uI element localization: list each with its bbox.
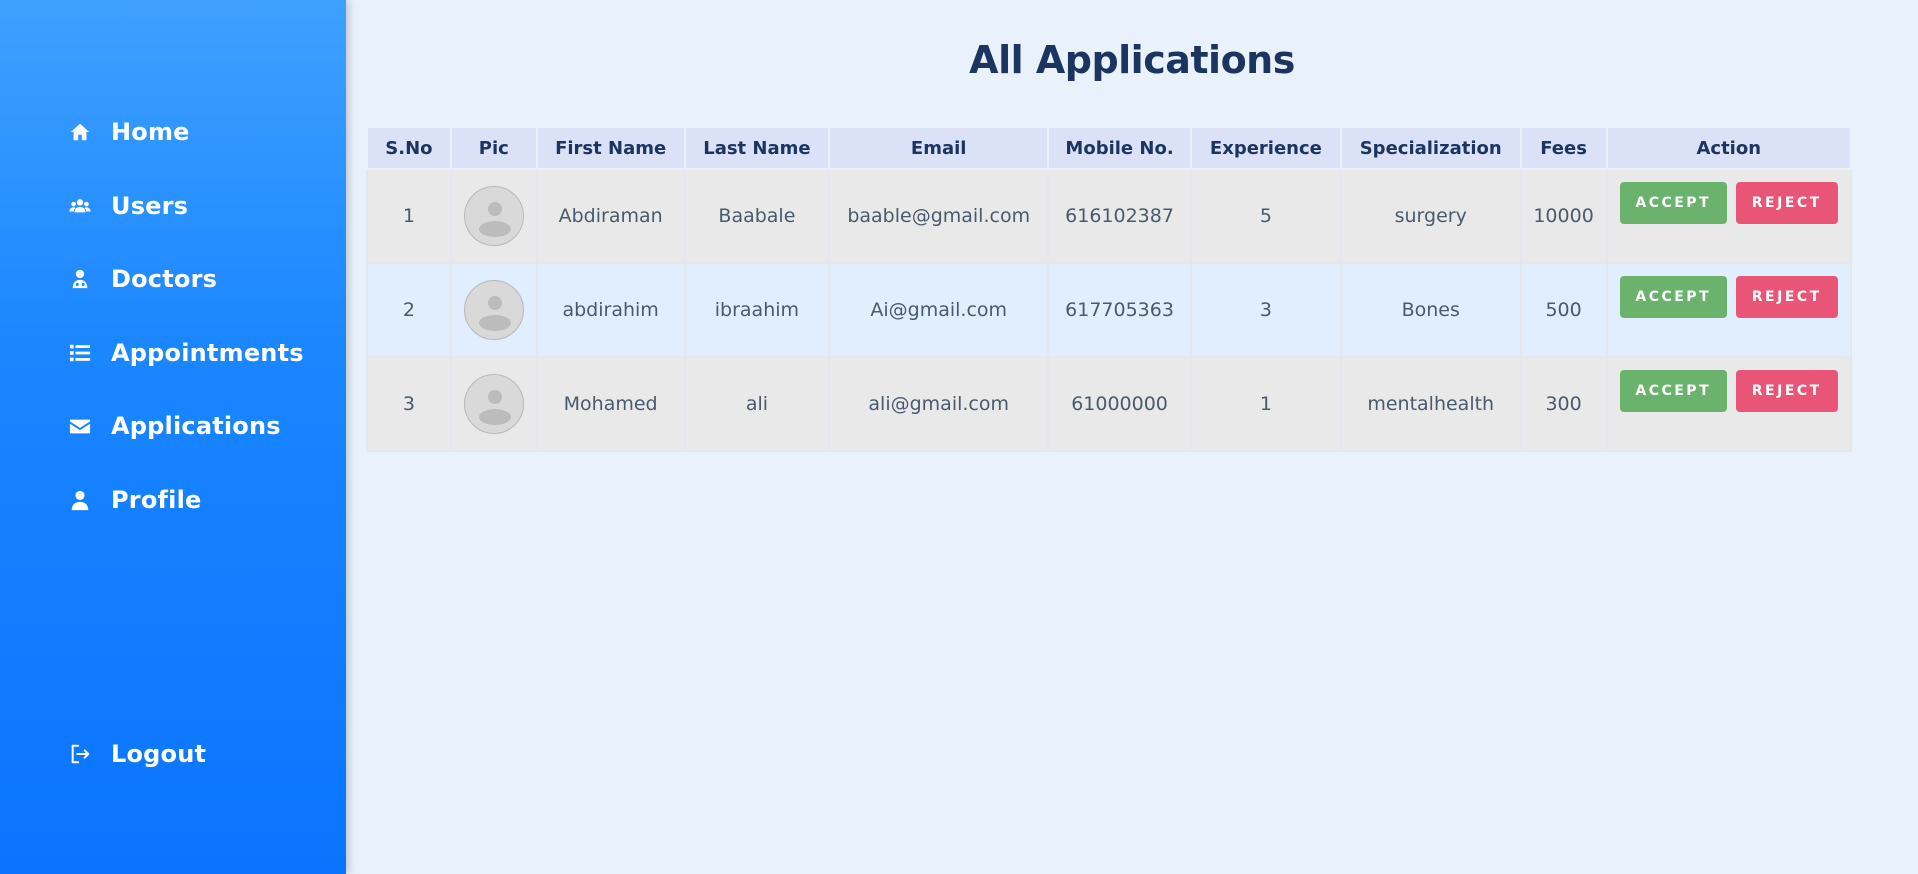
cell-action: ACCEPT REJECT: [1605, 168, 1853, 264]
cell-action: ACCEPT REJECT: [1605, 262, 1853, 358]
cell-fees: 10000: [1519, 168, 1608, 264]
sidebar-item-label: Applications: [111, 412, 281, 440]
sidebar-item-home[interactable]: Home: [0, 110, 346, 154]
user-icon: [68, 488, 92, 512]
cell-experience: 3: [1189, 262, 1342, 358]
reject-button[interactable]: REJECT: [1735, 276, 1838, 318]
accept-button[interactable]: ACCEPT: [1619, 370, 1727, 412]
header-sno: S.No: [366, 126, 452, 170]
doctor-icon: [68, 267, 92, 291]
cell-specialization: surgery: [1339, 168, 1522, 264]
avatar: [463, 374, 524, 434]
sidebar-item-label: Appointments: [111, 338, 304, 367]
sidebar-item-appointments[interactable]: Appointments: [0, 331, 346, 375]
table-row: 1 Abdiraman Baabale baable@gmail.com 616…: [366, 168, 1853, 264]
header-first-name: First Name: [535, 126, 686, 170]
cell-last-name: Baabale: [683, 168, 831, 264]
sidebar-item-label: Home: [111, 118, 190, 146]
sidebar-nav: Home Users Doctors Appointments Applicat…: [0, 110, 346, 551]
cell-mobile: 61000000: [1047, 356, 1192, 452]
main-content: All Applications S.No Pic First Name Las…: [346, 0, 1918, 874]
sidebar-item-applications[interactable]: Applications: [0, 404, 346, 448]
cell-last-name: ibraahim: [683, 262, 831, 358]
header-fees: Fees: [1519, 126, 1608, 170]
cell-sno: 3: [366, 356, 452, 452]
cell-mobile: 617705363: [1047, 262, 1192, 358]
logout-label: Logout: [111, 740, 207, 768]
reject-button[interactable]: REJECT: [1735, 370, 1838, 412]
cell-pic: [449, 168, 538, 264]
sidebar-item-users[interactable]: Users: [0, 184, 346, 228]
sidebar-item-label: Profile: [111, 485, 202, 514]
cell-email: baable@gmail.com: [828, 168, 1050, 264]
cell-first-name: Abdiraman: [535, 168, 686, 264]
cell-sno: 2: [366, 262, 452, 358]
reject-button[interactable]: REJECT: [1735, 182, 1838, 224]
cell-first-name: Mohamed: [535, 356, 686, 452]
sidebar: Home Users Doctors Appointments Applicat…: [0, 0, 346, 874]
logout-button[interactable]: Logout: [0, 732, 346, 776]
header-last-name: Last Name: [683, 126, 831, 170]
cell-fees: 500: [1519, 262, 1608, 358]
cell-pic: [449, 262, 538, 358]
header-action: Action: [1605, 126, 1853, 170]
sidebar-item-label: Users: [111, 191, 189, 220]
header-experience: Experience: [1189, 126, 1342, 170]
page-title: All Applications: [969, 38, 1295, 82]
sidebar-item-doctors[interactable]: Doctors: [0, 257, 346, 301]
header-specialization: Specialization: [1339, 126, 1522, 170]
sidebar-item-label: Doctors: [111, 265, 218, 293]
app-root: Home Users Doctors Appointments Applicat…: [0, 0, 1918, 874]
cell-specialization: mentalhealth: [1339, 356, 1522, 452]
cell-sno: 1: [366, 168, 452, 264]
sidebar-item-profile[interactable]: Profile: [0, 478, 346, 522]
header-row: S.No Pic First Name Last Name Email Mobi…: [366, 126, 1853, 170]
header-mobile: Mobile No.: [1047, 126, 1192, 170]
header-email: Email: [828, 126, 1050, 170]
users-icon: [68, 194, 92, 218]
table-header: S.No Pic First Name Last Name Email Mobi…: [366, 126, 1853, 170]
applications-table: S.No Pic First Name Last Name Email Mobi…: [366, 126, 1853, 452]
header-pic: Pic: [449, 126, 538, 170]
cell-email: ali@gmail.com: [828, 356, 1050, 452]
cell-email: Ai@gmail.com: [828, 262, 1050, 358]
cell-pic: [449, 356, 538, 452]
home-icon: [68, 120, 92, 144]
cell-experience: 1: [1189, 356, 1342, 452]
table-body: 1 Abdiraman Baabale baable@gmail.com 616…: [366, 168, 1853, 452]
cell-specialization: Bones: [1339, 262, 1522, 358]
list-icon: [68, 341, 92, 365]
cell-first-name: abdirahim: [535, 262, 686, 358]
cell-action: ACCEPT REJECT: [1605, 356, 1853, 452]
envelope-icon: [68, 414, 92, 438]
cell-mobile: 616102387: [1047, 168, 1192, 264]
accept-button[interactable]: ACCEPT: [1619, 182, 1727, 224]
avatar: [463, 280, 524, 340]
table-row: 3 Mohamed ali ali@gmail.com 61000000 1 m…: [366, 356, 1853, 452]
logout-icon: [68, 742, 92, 766]
cell-experience: 5: [1189, 168, 1342, 264]
accept-button[interactable]: ACCEPT: [1619, 276, 1727, 318]
cell-last-name: ali: [683, 356, 831, 452]
avatar: [463, 186, 524, 246]
table-row: 2 abdirahim ibraahim Ai@gmail.com 617705…: [366, 262, 1853, 358]
cell-fees: 300: [1519, 356, 1608, 452]
logout-area: Logout: [0, 732, 346, 806]
